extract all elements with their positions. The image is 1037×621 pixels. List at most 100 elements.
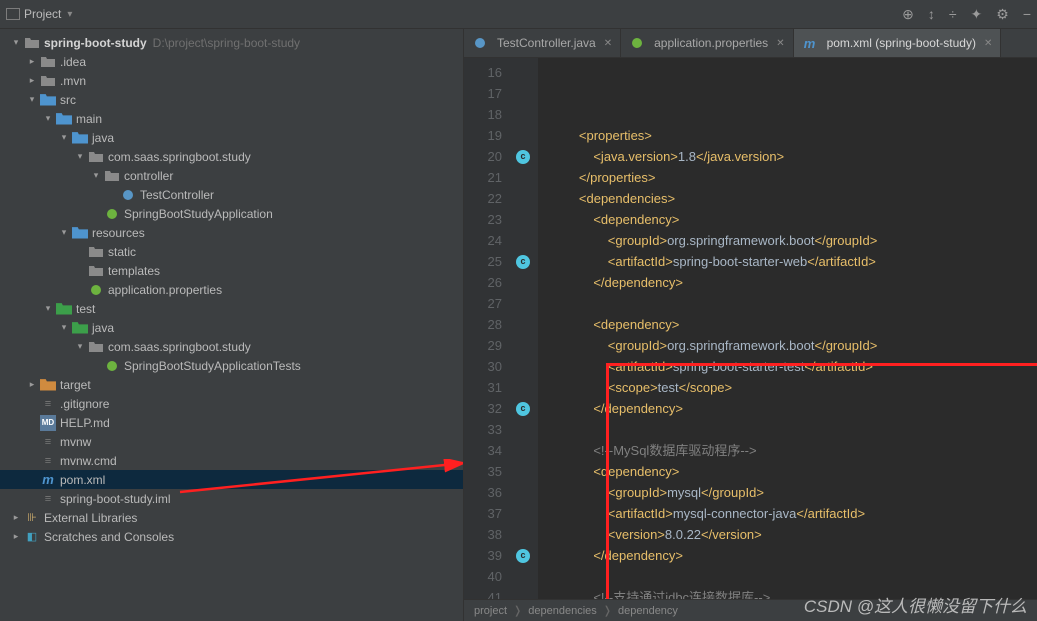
tree-item-label: spring-boot-study.iml [60, 492, 170, 506]
close-icon[interactable]: ✕ [984, 38, 992, 49]
code-line[interactable]: <groupId>org.springframework.boot</group… [550, 335, 1037, 356]
code-line[interactable]: </dependency> [550, 272, 1037, 293]
line-gutter[interactable]: 1617181920212223242526272829303132333435… [464, 58, 508, 599]
tree-item[interactable]: templates [0, 261, 463, 280]
code-line[interactable]: <scope>test</scope> [550, 377, 1037, 398]
tree-item-label: com.saas.springboot.study [108, 150, 251, 164]
tree-item-label: SpringBootStudyApplicationTests [124, 359, 301, 373]
tree-item[interactable]: ▾main [0, 109, 463, 128]
tree-item[interactable]: ▸ .idea [0, 52, 463, 71]
code-line[interactable]: <dependency> [550, 461, 1037, 482]
code-line[interactable]: <!--MySql数据库驱动程序--> [550, 440, 1037, 461]
breadcrumb-item[interactable]: dependencies [528, 605, 597, 617]
code-content[interactable]: <properties> <java.version>1.8</java.ver… [538, 58, 1037, 599]
tree-item[interactable]: ▾java [0, 318, 463, 337]
tree-item[interactable]: ▾ java [0, 128, 463, 147]
code-line[interactable]: <properties> [550, 125, 1037, 146]
toolbar-icon[interactable]: ÷ [949, 6, 957, 23]
code-line[interactable]: <dependency> [550, 314, 1037, 335]
tree-item[interactable]: ≡mvnw [0, 432, 463, 451]
code-line[interactable]: <dependency> [550, 209, 1037, 230]
expand-toggle[interactable]: ▸ [26, 75, 38, 86]
code-line[interactable]: <groupId>mysql</groupId> [550, 482, 1037, 503]
tree-item[interactable]: ▾resources [0, 223, 463, 242]
tree-item-label: static [108, 245, 136, 259]
close-icon[interactable]: ✕ [776, 38, 784, 49]
project-tree[interactable]: ▾spring-boot-studyD:\project\spring-boot… [0, 29, 464, 621]
expand-toggle[interactable]: ▾ [42, 303, 54, 314]
code-line[interactable] [550, 293, 1037, 314]
folder-b-icon [72, 225, 88, 241]
code-line[interactable] [550, 419, 1037, 440]
code-line[interactable] [550, 566, 1037, 587]
tree-item[interactable]: ▸target [0, 375, 463, 394]
tree-item-label: .idea [60, 55, 86, 69]
tree-item[interactable]: mpom.xml [0, 470, 463, 489]
tree-item[interactable]: ▸.mvn [0, 71, 463, 90]
tree-item[interactable]: ▾spring-boot-studyD:\project\spring-boot… [0, 33, 463, 52]
tree-item[interactable]: TestController [0, 185, 463, 204]
tree-item[interactable]: ≡mvnw.cmd [0, 451, 463, 470]
tree-item[interactable]: ≡.gitignore [0, 394, 463, 413]
expand-toggle[interactable]: ▾ [58, 322, 70, 333]
code-line[interactable]: </dependency> [550, 545, 1037, 566]
tree-item[interactable]: SpringBootStudyApplicationTests [0, 356, 463, 375]
code-line[interactable]: </dependency> [550, 398, 1037, 419]
expand-toggle[interactable]: ▾ [74, 151, 86, 162]
tree-item[interactable]: application.properties [0, 280, 463, 299]
tree-item[interactable]: ▾controller [0, 166, 463, 185]
code-line[interactable]: </properties> [550, 167, 1037, 188]
expand-toggle[interactable]: ▾ [90, 170, 102, 181]
expand-toggle[interactable]: ▾ [42, 113, 54, 124]
expand-toggle[interactable]: ▾ [10, 37, 22, 48]
tree-item[interactable]: ▸⊪External Libraries [0, 508, 463, 527]
project-tool-button[interactable]: Project ▾ [6, 7, 72, 21]
expand-toggle[interactable]: ▸ [10, 512, 22, 523]
code-line[interactable]: <java.version>1.8</java.version> [550, 146, 1037, 167]
toolbar-icon[interactable]: ⊕ [902, 6, 914, 23]
breadcrumb-item[interactable]: project [474, 605, 507, 617]
code-line[interactable]: <artifactId>spring-boot-starter-test</ar… [550, 356, 1037, 377]
tree-item[interactable]: ▾src [0, 90, 463, 109]
gutter-action-icon[interactable]: c [516, 549, 530, 563]
toolbar-icon[interactable]: ⚙ [996, 6, 1009, 23]
expand-toggle[interactable]: ▾ [74, 341, 86, 352]
tree-item[interactable]: MDHELP.md [0, 413, 463, 432]
tree-item-label: .gitignore [60, 397, 109, 411]
tree-item-label: java [92, 131, 114, 145]
gutter-action-icon[interactable]: c [516, 402, 530, 416]
folder-icon [88, 339, 104, 355]
expand-toggle[interactable]: ▾ [26, 94, 38, 105]
tree-item-label: application.properties [108, 283, 222, 297]
tree-item[interactable]: ▾ com.saas.springboot.study [0, 147, 463, 166]
expand-toggle[interactable]: ▾ [58, 132, 70, 143]
editor-tab[interactable]: application.properties✕ [621, 29, 793, 57]
tree-item[interactable]: SpringBootStudyApplication [0, 204, 463, 223]
expand-toggle[interactable]: ▸ [26, 379, 38, 390]
editor-tab[interactable]: mpom.xml (spring-boot-study)✕ [794, 29, 1002, 57]
code-line[interactable]: <dependencies> [550, 188, 1037, 209]
close-icon[interactable]: ✕ [604, 38, 612, 49]
tree-item[interactable]: ▸◧Scratches and Consoles [0, 527, 463, 546]
code-line[interactable]: <artifactId>mysql-connector-java</artifa… [550, 503, 1037, 524]
expand-toggle[interactable]: ▾ [58, 227, 70, 238]
code-line[interactable]: <version>8.0.22</version> [550, 524, 1037, 545]
toolbar-icon[interactable]: − [1023, 6, 1031, 23]
tree-item[interactable]: ▾com.saas.springboot.study [0, 337, 463, 356]
editor-tab[interactable]: TestController.java✕ [464, 29, 621, 57]
tree-item-label: HELP.md [60, 416, 110, 430]
tree-item[interactable]: static [0, 242, 463, 261]
expand-toggle[interactable]: ▸ [10, 531, 22, 542]
toolbar-icon[interactable]: ↕ [928, 6, 935, 23]
code-line[interactable]: <artifactId>spring-boot-starter-web</art… [550, 251, 1037, 272]
gutter-action-icon[interactable]: c [516, 255, 530, 269]
project-icon [6, 8, 20, 20]
gutter-action-icon[interactable]: c [516, 150, 530, 164]
toolbar-icon[interactable]: ✦ [971, 6, 983, 23]
tree-item[interactable]: ▾test [0, 299, 463, 318]
expand-toggle[interactable]: ▸ [26, 56, 38, 67]
txt-icon: ≡ [40, 453, 56, 469]
breadcrumb-item[interactable]: dependency [618, 605, 678, 617]
code-line[interactable]: <groupId>org.springframework.boot</group… [550, 230, 1037, 251]
tree-item[interactable]: ≡spring-boot-study.iml [0, 489, 463, 508]
